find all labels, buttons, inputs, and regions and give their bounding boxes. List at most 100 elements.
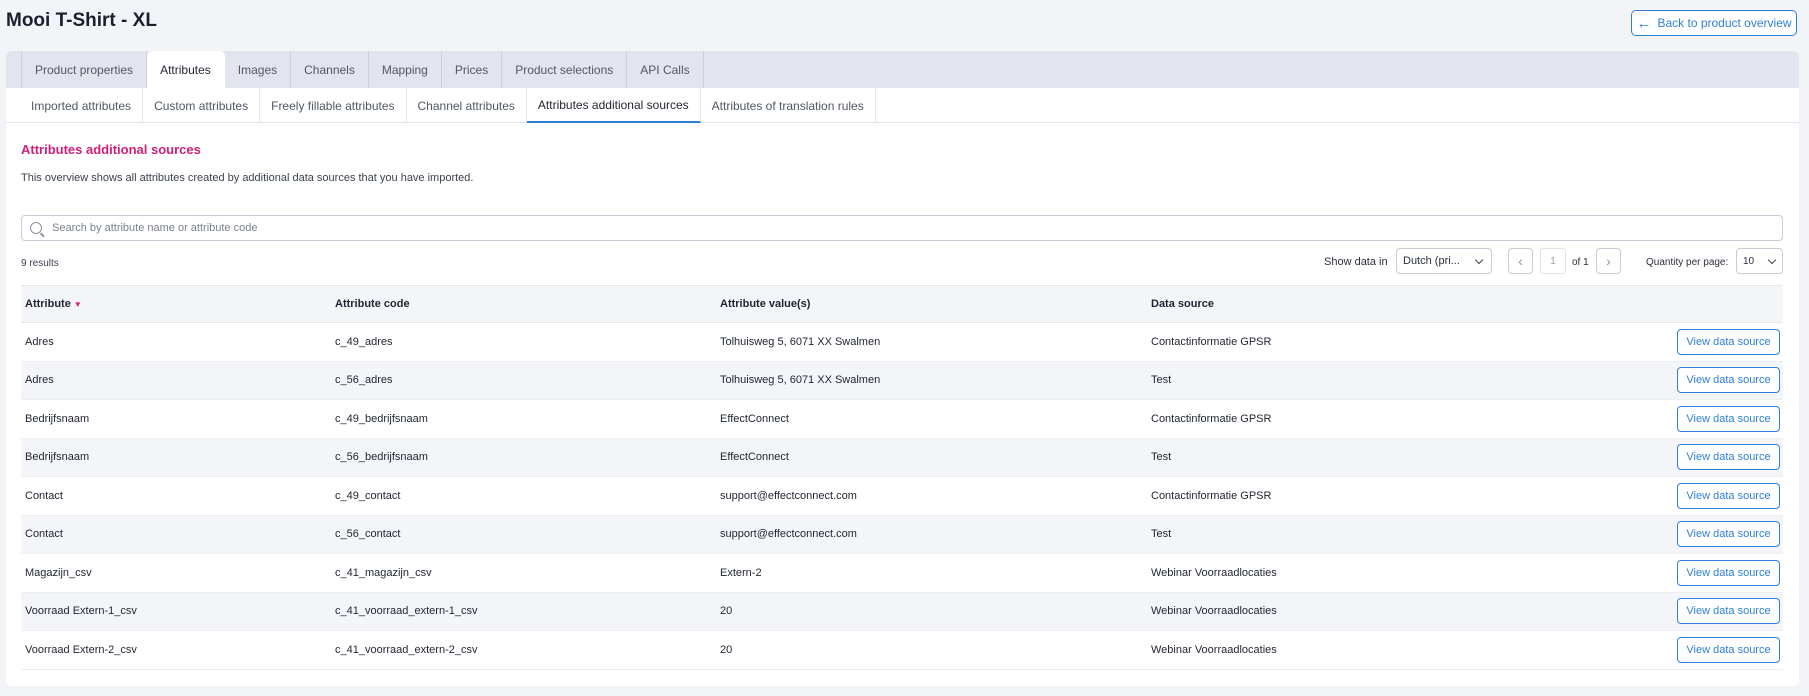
page-number-input[interactable]: 1 [1540,248,1566,274]
section-description: This overview shows all attributes creat… [21,172,474,184]
cell-source: Contactinformatie GPSR [1147,399,1547,439]
table-header-row: Attribute ▼ Attribute code Attribute valu… [21,285,1783,323]
tab-channels[interactable]: Channels [291,51,369,88]
view-data-source-button[interactable]: View data source [1677,444,1780,471]
arrow-left-icon: ← [1636,14,1652,32]
subtab-attributes-translation-rules[interactable]: Attributes of translation rules [701,88,876,123]
tab-product-selections[interactable]: Product selections [502,51,628,88]
view-data-source-button[interactable]: View data source [1677,482,1780,509]
cell-source: Contactinformatie GPSR [1147,476,1547,516]
cell-attribute: Magazijn_csv [21,553,331,593]
cell-action: View data source [1547,515,1783,554]
quantity-per-page-label: Quantity per page: [1646,257,1729,268]
cell-code: c_56_bedrijfsnaam [331,438,716,477]
cell-action: View data source [1547,361,1783,400]
tab-product-properties[interactable]: Product properties [21,51,148,88]
table-row: Voorraad Extern-1_csv c_41_voorraad_exte… [21,592,1783,631]
view-data-source-button[interactable]: View data source [1677,328,1780,355]
language-select-value: Dutch (pri... [1403,255,1460,267]
table-row: Contact c_49_contact support@effectconne… [21,476,1783,516]
quantity-per-page-select[interactable]: 10 [1736,248,1783,274]
table-row: Contact c_56_contact support@effectconne… [21,515,1783,554]
subtab-attributes-additional-sources[interactable]: Attributes additional sources [526,88,701,123]
cell-attribute: Bedrijfsnaam [21,399,331,439]
cell-code: c_56_contact [331,515,716,554]
back-button-label: Back to product overview [1657,16,1792,30]
prev-page-button[interactable]: ‹ [1508,248,1533,274]
table-row: Adres c_49_adres Tolhuisweg 5, 6071 XX S… [21,322,1783,362]
cell-code: c_41_magazijn_csv [331,553,716,593]
cell-source: Test [1147,515,1547,554]
cell-value: 20 [716,592,1147,631]
table-row: Bedrijfsnaam c_56_bedrijfsnaam EffectCon… [21,438,1783,477]
cell-action: View data source [1547,476,1783,516]
header-attribute[interactable]: Attribute ▼ [21,285,331,323]
tab-images[interactable]: Images [225,51,292,88]
chevron-down-icon [1474,255,1484,265]
cell-value: EffectConnect [716,399,1147,439]
cell-value: 20 [716,630,1147,670]
cell-attribute: Voorraad Extern-1_csv [21,592,331,631]
show-data-label: Show data in [1324,256,1388,268]
cell-code: c_49_adres [331,322,716,362]
header-attribute-value: Attribute value(s) [716,285,1147,323]
cell-code: c_41_voorraad_extern-1_csv [331,592,716,631]
header-actions [1547,285,1783,323]
cell-source: Test [1147,361,1547,400]
chevron-right-icon: › [1606,253,1611,269]
next-page-button[interactable]: › [1596,248,1621,274]
cell-value: Tolhuisweg 5, 6071 XX Swalmen [716,322,1147,362]
attributes-table: Attribute ▼ Attribute code Attribute valu… [21,285,1783,670]
cell-value: Tolhuisweg 5, 6071 XX Swalmen [716,361,1147,400]
cell-action: View data source [1547,592,1783,631]
back-to-overview-button[interactable]: ← Back to product overview [1631,10,1797,36]
search-icon [30,222,42,234]
cell-code: c_41_voorraad_extern-2_csv [331,630,716,670]
sub-tabs: Imported attributes Custom attributes Fr… [20,88,876,123]
main-tabs: Product properties Attributes Images Cha… [21,51,704,88]
language-select[interactable]: Dutch (pri... [1396,248,1492,274]
cell-source: Test [1147,438,1547,477]
cell-attribute: Voorraad Extern-2_csv [21,630,331,670]
view-data-source-button[interactable]: View data source [1677,636,1780,663]
cell-code: c_56_adres [331,361,716,400]
search-box[interactable] [21,215,1783,241]
subtab-imported-attributes[interactable]: Imported attributes [20,88,144,123]
view-data-source-button[interactable]: View data source [1677,405,1780,432]
chevron-down-icon [1767,255,1777,265]
view-data-source-button[interactable]: View data source [1677,598,1780,625]
quantity-select-value: 10 [1743,255,1755,267]
cell-value: Extern-2 [716,553,1147,593]
subtab-channel-attributes[interactable]: Channel attributes [407,88,527,123]
cell-value: support@effectconnect.com [716,515,1147,554]
cell-attribute: Bedrijfsnaam [21,438,331,477]
view-data-source-button[interactable]: View data source [1677,559,1780,586]
page-title: Mooi T-Shirt - XL [6,10,157,31]
cell-action: View data source [1547,630,1783,670]
cell-code: c_49_bedrijfsnaam [331,399,716,439]
tab-prices[interactable]: Prices [442,51,503,88]
table-row: Voorraad Extern-2_csv c_41_voorraad_exte… [21,630,1783,670]
view-data-source-button[interactable]: View data source [1677,367,1780,394]
search-input[interactable] [52,222,1752,234]
main-tabs-bar: Product properties Attributes Images Cha… [6,51,1799,88]
view-data-source-button[interactable]: View data source [1677,521,1780,548]
table-row: Magazijn_csv c_41_magazijn_csv Extern-2 … [21,553,1783,593]
chevron-left-icon: ‹ [1518,253,1523,269]
cell-source: Webinar Voorraadlocaties [1147,592,1547,631]
page-total: of 1 [1572,257,1589,268]
tab-mapping[interactable]: Mapping [369,51,442,88]
cell-value: support@effectconnect.com [716,476,1147,516]
tab-api-calls[interactable]: API Calls [627,51,704,88]
header-data-source: Data source [1147,285,1547,323]
cell-source: Webinar Voorraadlocaties [1147,553,1547,593]
table-row: Adres c_56_adres Tolhuisweg 5, 6071 XX S… [21,361,1783,400]
subtab-custom-attributes[interactable]: Custom attributes [143,88,261,123]
tab-attributes[interactable]: Attributes [147,51,225,88]
sort-down-icon: ▼ [73,300,82,309]
subtab-freely-fillable-attributes[interactable]: Freely fillable attributes [260,88,407,123]
cell-code: c_49_contact [331,476,716,516]
table-row: Bedrijfsnaam c_49_bedrijfsnaam EffectCon… [21,399,1783,439]
attributes-panel: Imported attributes Custom attributes Fr… [6,88,1799,686]
section-title: Attributes additional sources [21,142,201,157]
